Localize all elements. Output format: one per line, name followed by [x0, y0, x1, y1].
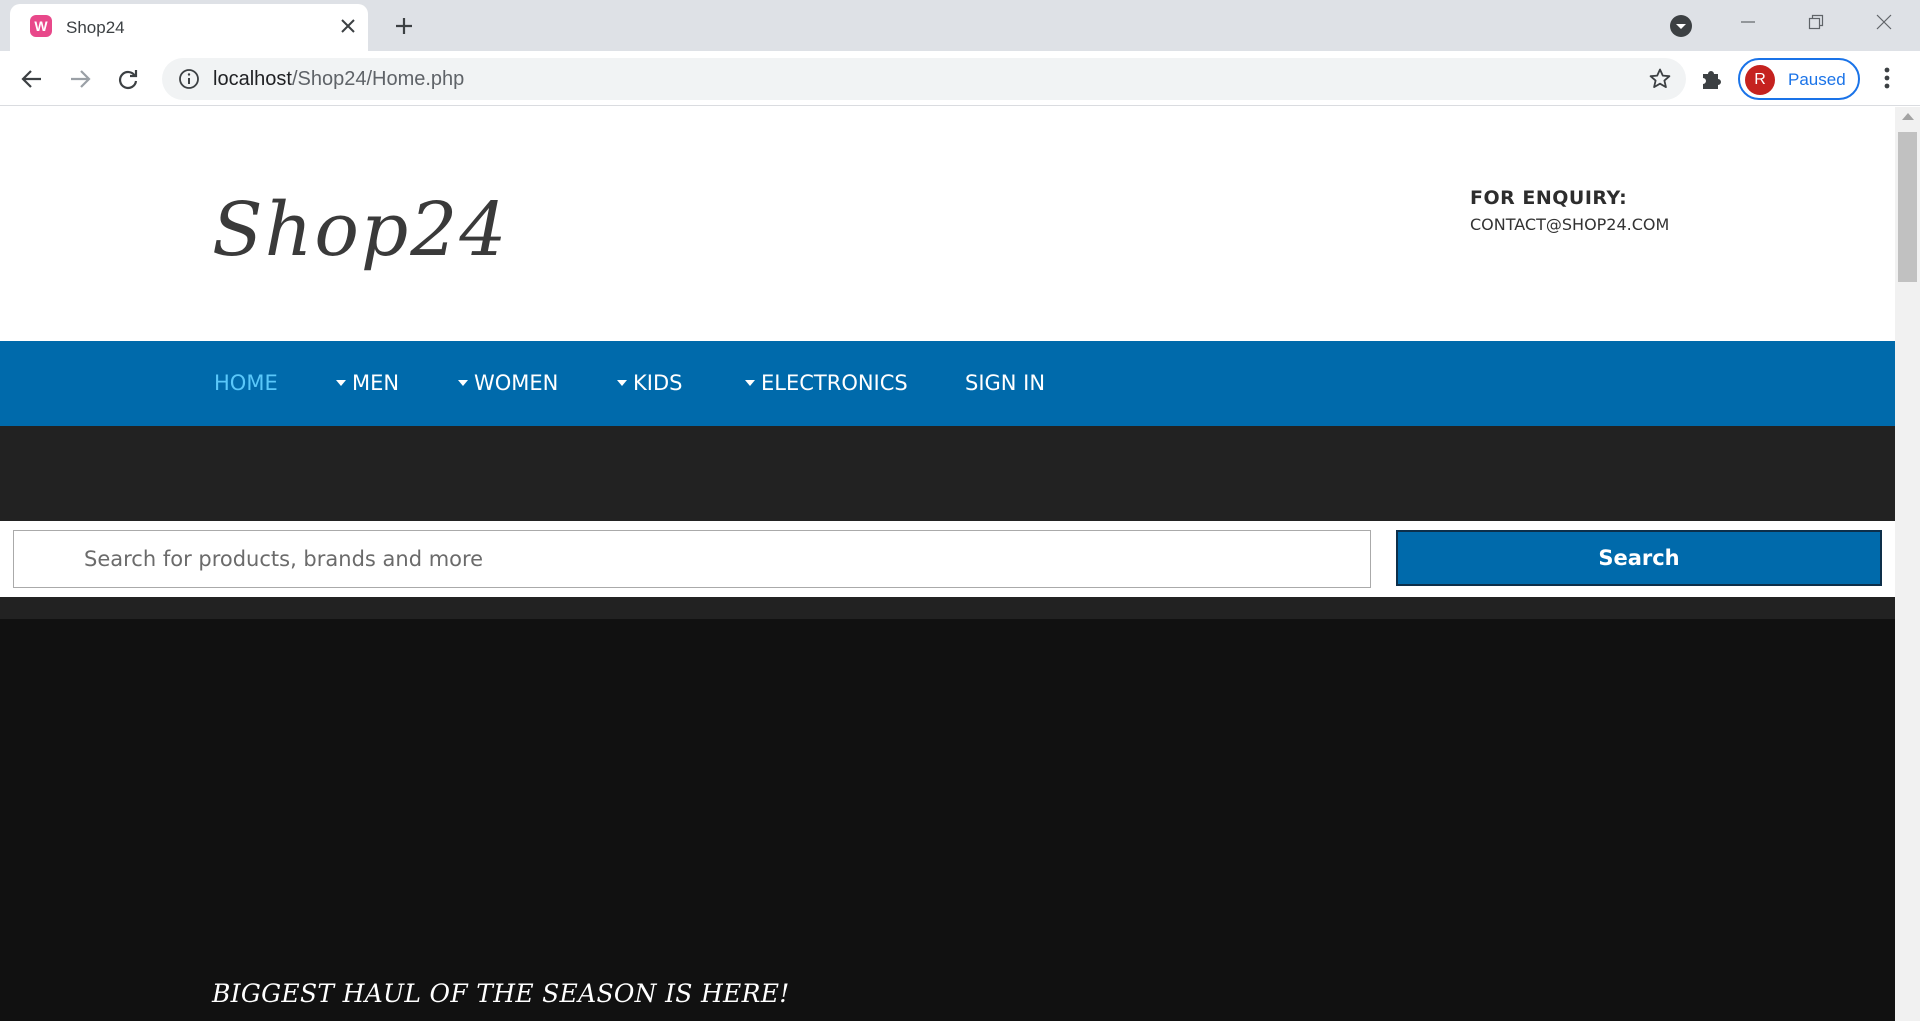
caret-down-icon	[745, 380, 755, 386]
search-input[interactable]	[13, 530, 1371, 588]
scrollbar-thumb[interactable]	[1898, 132, 1917, 282]
caret-down-icon	[336, 380, 346, 386]
nav-women-label: WOMEN	[474, 371, 559, 395]
caret-down-icon	[458, 380, 468, 386]
caret-down-icon	[617, 380, 627, 386]
url-path: /Shop24/Home.php	[291, 68, 465, 90]
back-arrow-icon[interactable]	[15, 62, 49, 96]
nav-women[interactable]: WOMEN	[458, 371, 558, 395]
dark-band	[0, 426, 1895, 521]
address-bar[interactable]: localhost/Shop24/Home.php	[162, 58, 1686, 100]
site-header: Shop24 FOR ENQUIRY: CONTACT@SHOP24.COM	[0, 107, 1895, 341]
nav-kids[interactable]: KIDS	[617, 371, 682, 395]
site-info-icon[interactable]	[178, 68, 200, 90]
avatar: R	[1745, 65, 1775, 95]
nav-men-label: MEN	[352, 371, 400, 395]
site-logo[interactable]: Shop24	[212, 187, 508, 273]
browser-tab-strip: W Shop24	[0, 0, 1920, 51]
enquiry-email: CONTACT@SHOP24.COM	[1470, 215, 1670, 234]
profile-button[interactable]: R Paused	[1738, 58, 1860, 100]
reload-icon[interactable]	[111, 62, 145, 96]
close-tab-icon[interactable]	[336, 14, 360, 38]
search-bar: Search	[0, 521, 1895, 597]
browser-menu-icon[interactable]	[1872, 63, 1902, 93]
dark-band-thin	[0, 597, 1895, 619]
browser-toolbar: localhost/Shop24/Home.php R Paused	[0, 51, 1920, 106]
scroll-up-arrow-icon[interactable]	[1902, 113, 1914, 120]
extensions-puzzle-icon[interactable]	[1698, 65, 1726, 93]
tab-title: Shop24	[66, 18, 125, 37]
nav-men[interactable]: MEN	[336, 371, 399, 395]
new-tab-icon[interactable]	[390, 12, 418, 40]
url-text: localhost/Shop24/Home.php	[213, 68, 464, 91]
minimize-window-icon[interactable]	[1728, 6, 1768, 38]
browser-tab[interactable]: W Shop24	[10, 4, 368, 51]
site-favicon-icon: W	[30, 15, 52, 37]
close-window-icon[interactable]	[1864, 6, 1904, 38]
nav-kids-label: KIDS	[633, 371, 683, 395]
profile-status: Paused	[1788, 70, 1846, 89]
bookmark-star-icon[interactable]	[1648, 67, 1672, 91]
nav-home[interactable]: HOME	[214, 371, 278, 395]
page-viewport: Shop24 FOR ENQUIRY: CONTACT@SHOP24.COM H…	[0, 107, 1895, 1021]
main-nav: HOME MEN WOMEN KIDS ELECTRONICS SIGN IN	[0, 341, 1895, 426]
hero-headline: BIGGEST HAUL OF THE SEASON IS HERE!	[212, 979, 790, 1008]
url-host: localhost	[213, 68, 292, 90]
page-scrollbar[interactable]	[1895, 107, 1920, 1021]
hero-banner: BIGGEST HAUL OF THE SEASON IS HERE!	[0, 619, 1895, 1021]
nav-home-label: HOME	[214, 371, 278, 395]
nav-electronics-label: ELECTRONICS	[761, 371, 908, 395]
nav-electronics[interactable]: ELECTRONICS	[745, 371, 908, 395]
forward-arrow-icon[interactable]	[63, 62, 97, 96]
tab-search-icon[interactable]	[1668, 13, 1694, 39]
restore-window-icon[interactable]	[1796, 6, 1836, 38]
nav-sign-in-label: SIGN IN	[965, 371, 1046, 395]
search-button[interactable]: Search	[1396, 530, 1882, 586]
enquiry-title: FOR ENQUIRY:	[1470, 187, 1628, 209]
nav-sign-in[interactable]: SIGN IN	[965, 371, 1045, 395]
